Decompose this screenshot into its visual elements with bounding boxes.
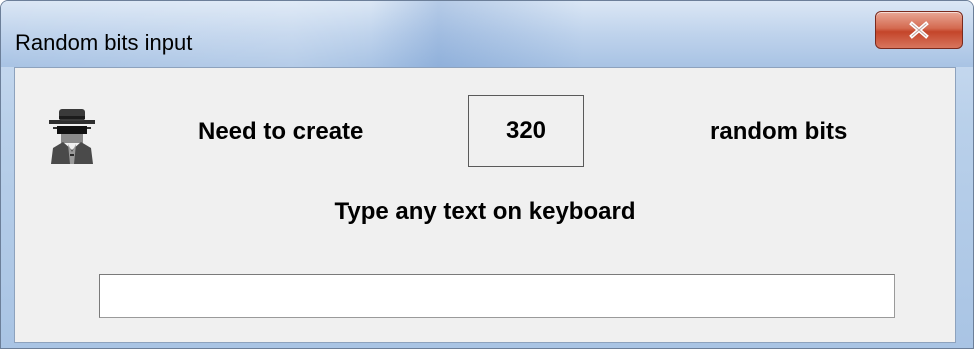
close-x-icon <box>909 21 929 39</box>
title-bar[interactable]: Random bits input <box>1 1 973 67</box>
window-title: Random bits input <box>15 30 193 55</box>
dialog-body: Need to create 320 random bits Type any … <box>14 67 956 343</box>
bits-count-display: 320 <box>468 95 584 167</box>
instruction-label: Type any text on keyboard <box>334 198 636 225</box>
bits-count-value: 320 <box>505 117 547 144</box>
spy-agent-icon <box>49 109 95 164</box>
close-button[interactable] <box>875 11 963 49</box>
random-bits-label: random bits <box>710 118 848 145</box>
random-text-input[interactable] <box>99 274 895 318</box>
dialog-window: Random bits input Need to create 320 ran… <box>0 0 974 349</box>
need-to-create-label: Need to create <box>198 118 364 145</box>
